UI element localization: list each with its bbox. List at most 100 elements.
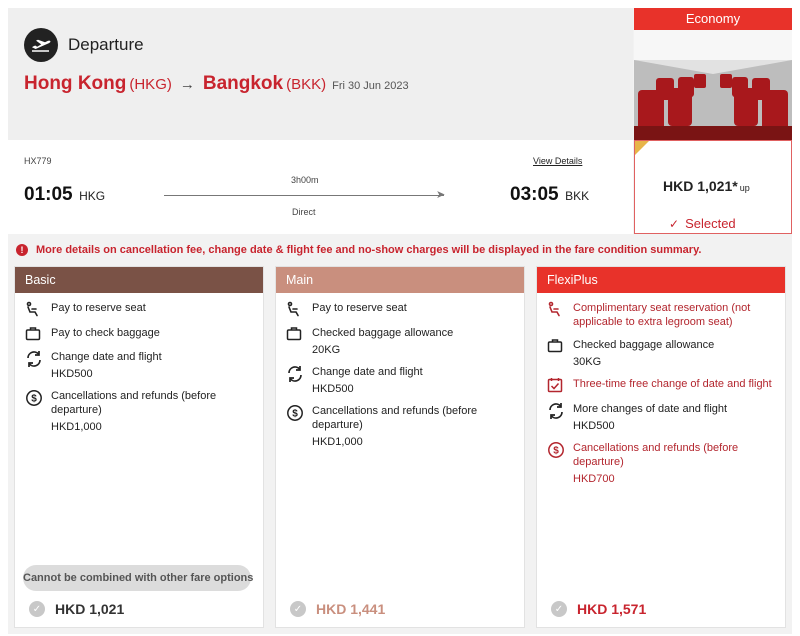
fare-select-flexiplus[interactable]: ✓ HKD 1,571 — [551, 601, 646, 617]
cabin-class-label: Economy — [634, 8, 792, 30]
check-circle-icon: ✓ — [290, 601, 306, 617]
feature-seat: Pay to reserve seat — [286, 301, 514, 317]
cabin-photo — [634, 30, 792, 140]
feature-baggage: Checked baggage allowance 20KG — [286, 326, 514, 356]
flight-summary: HX779 View Details 01:05 HKG 3h00m ➤ Dir… — [8, 140, 633, 234]
feature-text: Three-time free change of date and fligh… — [573, 378, 772, 390]
cabin-class-card[interactable]: Economy — [634, 8, 792, 140]
feature-baggage: Pay to check baggage — [25, 326, 253, 341]
fare-price-main: HKD 1,441 — [316, 601, 386, 617]
seat-icon — [547, 301, 573, 329]
seat-icon — [286, 301, 312, 317]
feature-change: More changes of date and flight HKD500 — [547, 402, 775, 432]
change-icon — [25, 350, 51, 380]
feature-text: Checked baggage allowance — [573, 339, 715, 351]
feature-free-change: Three-time free change of date and fligh… — [547, 377, 775, 393]
refund-icon: $ — [547, 441, 573, 485]
calendar-check-icon — [547, 377, 573, 393]
flight-number: HX779 — [24, 156, 52, 166]
feature-refund: $ Cancellations and refunds (before depa… — [25, 389, 253, 433]
destination-city: Bangkok — [202, 73, 284, 94]
view-details-link[interactable]: View Details — [533, 156, 582, 166]
feature-seat: Pay to reserve seat — [25, 301, 253, 317]
change-icon — [286, 365, 312, 395]
fare-name-main: Main — [276, 267, 524, 293]
selected-label: Selected — [685, 216, 736, 231]
plane-takeoff-icon — [24, 28, 58, 62]
check-circle-icon: ✓ — [29, 601, 45, 617]
flight-type: Direct — [292, 207, 316, 217]
fare-notice-text: More details on cancellation fee, change… — [36, 244, 702, 256]
combine-restriction-badge: Cannot be combined with other fare optio… — [23, 565, 253, 591]
feature-text: Cancellations and refunds (before depart… — [573, 442, 739, 468]
feature-text: Change date and flight — [51, 351, 162, 363]
seat-icon — [25, 301, 51, 317]
baggage-icon — [25, 326, 51, 341]
feature-text: Cancellations and refunds (before depart… — [51, 390, 217, 416]
feature-text: Checked baggage allowance — [312, 327, 454, 339]
feature-seat: Complimentary seat reservation (not appl… — [547, 301, 775, 329]
fare-name-basic: Basic — [15, 267, 263, 293]
feature-fee: HKD500 — [51, 368, 93, 380]
feature-text: More changes of date and flight — [573, 403, 728, 415]
baggage-icon — [547, 338, 573, 368]
flight-duration: 3h00m — [291, 175, 319, 185]
svg-text:$: $ — [553, 446, 559, 457]
feature-text: Change date and flight — [312, 366, 423, 378]
departure-airport: HKG — [79, 189, 106, 203]
fare-price-flexiplus: HKD 1,571 — [577, 601, 647, 617]
selected-corner-marker — [635, 141, 649, 155]
feature-fee: HKD500 — [573, 420, 615, 432]
departure-header: Departure Hong Kong (HKG) → Bangkok (BKK… — [8, 8, 633, 140]
page-title: Departure — [68, 35, 144, 54]
from-price-suffix: up — [739, 183, 750, 193]
refund-icon: $ — [286, 404, 312, 448]
from-price: HKD 1,021* up — [663, 178, 750, 194]
route: Hong Kong (HKG) → Bangkok (BKK) Fri 30 J… — [24, 73, 409, 95]
feature-fee: HKD700 — [573, 473, 615, 485]
refund-icon: $ — [25, 389, 51, 433]
selected-price-card[interactable]: HKD 1,021* up ✓ Selected — [634, 140, 792, 234]
fare-card-basic[interactable]: Basic Pay to reserve seat Pay to check b… — [14, 266, 264, 628]
departure-time: 01:05 — [24, 184, 73, 205]
check-icon: ✓ — [669, 217, 680, 231]
destination-code: (BKK) — [286, 76, 327, 93]
flight-date: Fri 30 Jun 2023 — [332, 80, 409, 92]
arrival-time: 03:05 — [510, 184, 559, 205]
arrow-right-icon: ➤ — [436, 189, 446, 201]
feature-fee: HKD1,000 — [51, 421, 102, 433]
change-icon — [547, 402, 573, 432]
departure-time-block: 01:05 HKG — [24, 184, 105, 206]
alert-icon: ! — [16, 244, 28, 256]
feature-refund: $ Cancellations and refunds (before depa… — [547, 441, 775, 485]
feature-fee: HKD1,000 — [312, 436, 363, 448]
baggage-icon — [286, 326, 312, 356]
route-arrow-icon: → — [179, 76, 195, 93]
feature-text: Pay to reserve seat — [312, 302, 407, 314]
fare-select-basic[interactable]: ✓ HKD 1,021 — [29, 601, 124, 617]
origin-city: Hong Kong — [24, 73, 127, 94]
svg-text:$: $ — [31, 394, 37, 405]
fare-card-main[interactable]: Main Pay to reserve seat Checked baggage… — [275, 266, 525, 628]
feature-text: Complimentary seat reservation (not appl… — [573, 302, 751, 328]
feature-change: Change date and flight HKD500 — [286, 365, 514, 395]
flight-path-line — [164, 195, 444, 196]
feature-baggage: Checked baggage allowance 30KG — [547, 338, 775, 368]
feature-fee: 30KG — [573, 356, 602, 368]
fare-price-basic: HKD 1,021 — [55, 601, 125, 617]
feature-fee: HKD500 — [312, 383, 354, 395]
feature-fee: 20KG — [312, 344, 341, 356]
from-price-amount: HKD 1,021* — [663, 178, 738, 194]
check-circle-icon: ✓ — [551, 601, 567, 617]
fare-card-flexiplus[interactable]: FlexiPlus Complimentary seat reservation… — [536, 266, 786, 628]
origin-code: (HKG) — [129, 76, 172, 93]
fare-notice: ! More details on cancellation fee, chan… — [16, 244, 701, 256]
fare-select-main[interactable]: ✓ HKD 1,441 — [290, 601, 385, 617]
feature-text: Pay to check baggage — [51, 327, 160, 339]
feature-text: Cancellations and refunds (before depart… — [312, 405, 478, 431]
arrival-airport: BKK — [565, 189, 590, 203]
svg-text:$: $ — [292, 409, 298, 420]
arrival-time-block: 03:05 BKK — [510, 184, 589, 206]
feature-refund: $ Cancellations and refunds (before depa… — [286, 404, 514, 448]
feature-change: Change date and flight HKD500 — [25, 350, 253, 380]
